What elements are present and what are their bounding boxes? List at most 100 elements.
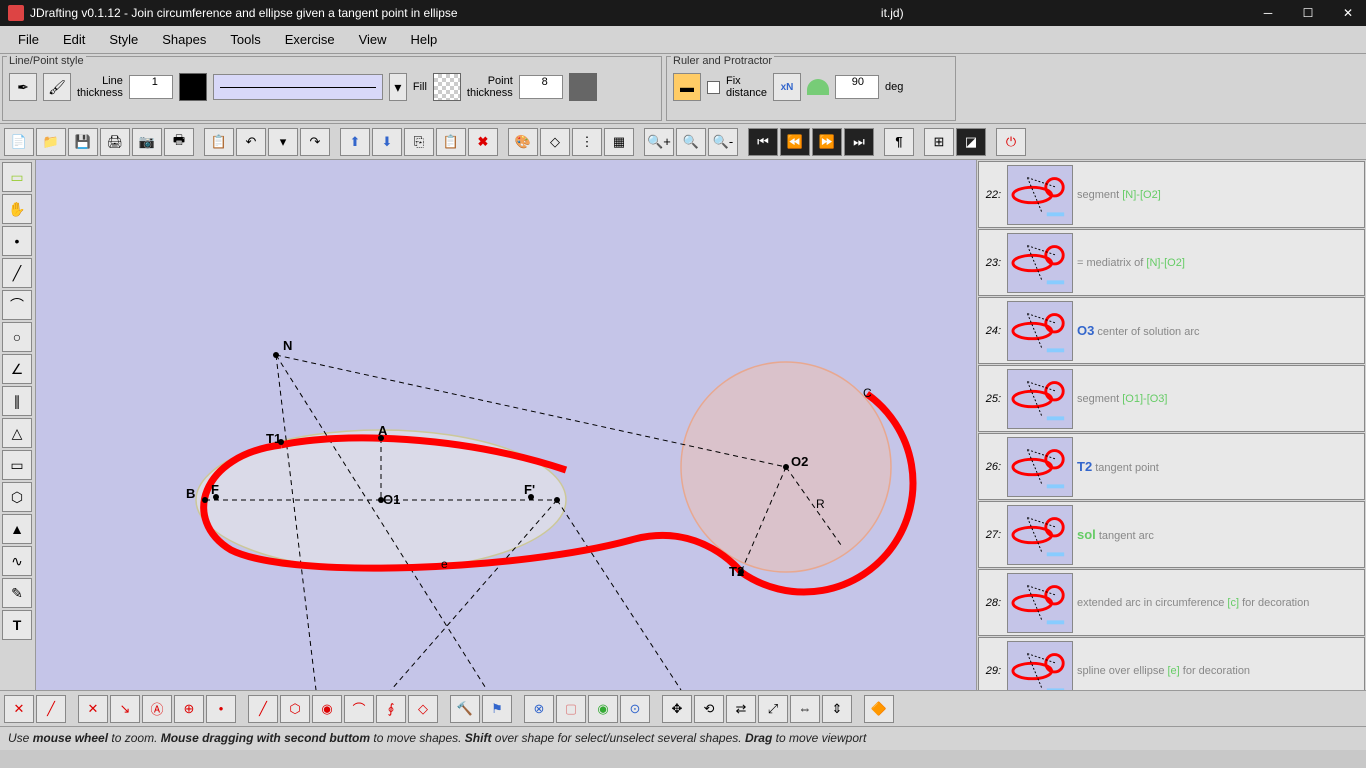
camera-button[interactable]: 📷 bbox=[132, 128, 162, 156]
hand-tool[interactable]: ✋ bbox=[2, 194, 32, 224]
arc2-tool[interactable]: ⌒ bbox=[344, 695, 374, 723]
history-item[interactable]: 26:T2 tangent point bbox=[978, 433, 1365, 500]
spiral-tool[interactable]: ◉ bbox=[312, 695, 342, 723]
triangle-tool[interactable]: △ bbox=[2, 418, 32, 448]
prev-button[interactable]: ⏪ bbox=[780, 128, 810, 156]
maximize-button[interactable]: ☐ bbox=[1298, 6, 1318, 20]
zoom-out-button[interactable]: 🔍- bbox=[708, 128, 738, 156]
protractor-icon[interactable] bbox=[807, 79, 829, 95]
down-button[interactable]: ⬇ bbox=[372, 128, 402, 156]
up-button[interactable]: ⬆ bbox=[340, 128, 370, 156]
dots-button[interactable]: ⋮ bbox=[572, 128, 602, 156]
box-tool[interactable]: ▢ bbox=[556, 695, 586, 723]
menu-exercise[interactable]: Exercise bbox=[275, 28, 345, 51]
fix-distance-checkbox[interactable] bbox=[707, 81, 720, 94]
history-item[interactable]: 23:= mediatrix of [N]-[O2] bbox=[978, 229, 1365, 296]
point-thickness-input[interactable]: 8 bbox=[519, 75, 563, 99]
new-button[interactable]: 📄 bbox=[4, 128, 34, 156]
undo-button[interactable]: ↶ bbox=[236, 128, 266, 156]
menu-file[interactable]: File bbox=[8, 28, 49, 51]
target-tool[interactable]: ⊕ bbox=[174, 695, 204, 723]
dark-button[interactable]: ◪ bbox=[956, 128, 986, 156]
flip-h-tool[interactable]: ⇔ bbox=[790, 695, 820, 723]
print-button[interactable]: 🖶 bbox=[164, 128, 194, 156]
flag-tool[interactable]: ⚑ bbox=[482, 695, 512, 723]
ruler-icon[interactable]: ▬ bbox=[673, 73, 701, 101]
move-tool[interactable]: ✥ bbox=[662, 695, 692, 723]
red-x-tool[interactable]: ✕ bbox=[4, 695, 34, 723]
angle-tool[interactable]: ∠ bbox=[2, 354, 32, 384]
fill-swatch[interactable] bbox=[433, 73, 461, 101]
diamond-button[interactable]: ◇ bbox=[540, 128, 570, 156]
dot-tool[interactable]: • bbox=[206, 695, 236, 723]
layers-button[interactable]: ▦ bbox=[604, 128, 634, 156]
rect-tool[interactable]: ▭ bbox=[2, 450, 32, 480]
minimize-button[interactable]: ─ bbox=[1258, 6, 1278, 20]
text-tool[interactable]: T bbox=[2, 610, 32, 640]
menu-style[interactable]: Style bbox=[99, 28, 148, 51]
polygon-tool[interactable]: ⬡ bbox=[2, 482, 32, 512]
paragraph-button[interactable]: ¶ bbox=[884, 128, 914, 156]
pencil-tool[interactable]: ✎ bbox=[2, 578, 32, 608]
point-tool[interactable]: • bbox=[2, 226, 32, 256]
history-item[interactable]: 25:segment [O1]-[O3] bbox=[978, 365, 1365, 432]
grid-button[interactable]: ⊞ bbox=[924, 128, 954, 156]
last-button[interactable]: ⏭ bbox=[844, 128, 874, 156]
menu-view[interactable]: View bbox=[349, 28, 397, 51]
menu-tools[interactable]: Tools bbox=[220, 28, 270, 51]
zoom-fit-button[interactable]: 🔍 bbox=[676, 128, 706, 156]
save-button[interactable]: 💾 bbox=[68, 128, 98, 156]
intersect-tool[interactable]: ✕ bbox=[78, 695, 108, 723]
circles-tool[interactable]: ◉ bbox=[588, 695, 618, 723]
zoom-in-button[interactable]: 🔍+ bbox=[644, 128, 674, 156]
history-item[interactable]: 22:segment [N]-[O2] bbox=[978, 161, 1365, 228]
circle-tool[interactable]: ○ bbox=[2, 322, 32, 352]
brush-button[interactable]: 🖌 bbox=[43, 73, 71, 101]
cone-tool[interactable]: ▲ bbox=[2, 514, 32, 544]
paint-tool[interactable]: 🔶 bbox=[864, 695, 894, 723]
seg-tool[interactable]: ╱ bbox=[248, 695, 278, 723]
point-color-swatch[interactable] bbox=[569, 73, 597, 101]
select-tool[interactable]: ▭ bbox=[2, 162, 32, 192]
clipboard-button[interactable]: 📋 bbox=[204, 128, 234, 156]
first-button[interactable]: ⏮ bbox=[748, 128, 778, 156]
line-tool[interactable]: ╱ bbox=[2, 258, 32, 288]
eyedropper-button[interactable]: ✒ bbox=[9, 73, 37, 101]
menu-edit[interactable]: Edit bbox=[53, 28, 95, 51]
drawing-canvas[interactable]: N T1 A B F F' O1 O2 R T2 C e bbox=[36, 160, 976, 690]
flip-v-tool[interactable]: ⇕ bbox=[822, 695, 852, 723]
next-button[interactable]: ⏩ bbox=[812, 128, 842, 156]
hammer-tool[interactable]: 🔨 bbox=[450, 695, 480, 723]
venn-tool[interactable]: ⊗ bbox=[524, 695, 554, 723]
wave-tool[interactable]: ∿ bbox=[2, 546, 32, 576]
close-button[interactable]: ✕ bbox=[1338, 6, 1358, 20]
red-line-tool[interactable]: ╱ bbox=[36, 695, 66, 723]
copy-button[interactable]: ⎘ bbox=[404, 128, 434, 156]
color-button[interactable]: 🎨 bbox=[508, 128, 538, 156]
history-item[interactable]: 27:sol tangent arc bbox=[978, 501, 1365, 568]
history-panel[interactable]: 22:segment [N]-[O2]23:= mediatrix of [N]… bbox=[976, 160, 1366, 690]
history-item[interactable]: 24:O3 center of solution arc bbox=[978, 297, 1365, 364]
save-as-button[interactable]: 🖨 bbox=[100, 128, 130, 156]
power-button[interactable]: ⏻ bbox=[996, 128, 1026, 156]
line-preview[interactable] bbox=[213, 74, 383, 100]
paste-button[interactable]: 📋 bbox=[436, 128, 466, 156]
wave2-tool[interactable]: ∮ bbox=[376, 695, 406, 723]
line-thickness-input[interactable]: 1 bbox=[129, 75, 173, 99]
menu-shapes[interactable]: Shapes bbox=[152, 28, 216, 51]
xn-button[interactable]: xN bbox=[773, 73, 801, 101]
history-item[interactable]: 28:extended arc in circumference [c] for… bbox=[978, 569, 1365, 636]
line-style-dropdown[interactable]: ▾ bbox=[389, 73, 407, 101]
history-item[interactable]: 29:spline over ellipse [e] for decoratio… bbox=[978, 637, 1365, 690]
line-color-swatch[interactable] bbox=[179, 73, 207, 101]
diamond2-tool[interactable]: ◇ bbox=[408, 695, 438, 723]
redo-button[interactable]: ▾ bbox=[268, 128, 298, 156]
open-button[interactable]: 📁 bbox=[36, 128, 66, 156]
rotate-tool[interactable]: ⟲ bbox=[694, 695, 724, 723]
scale-tool[interactable]: ⤢ bbox=[758, 695, 788, 723]
redo2-button[interactable]: ↷ bbox=[300, 128, 330, 156]
blue-circles-tool[interactable]: ⊙ bbox=[620, 695, 650, 723]
delete-button[interactable]: ✖ bbox=[468, 128, 498, 156]
mirror-tool[interactable]: ⇄ bbox=[726, 695, 756, 723]
circle-a-tool[interactable]: Ⓐ bbox=[142, 695, 172, 723]
